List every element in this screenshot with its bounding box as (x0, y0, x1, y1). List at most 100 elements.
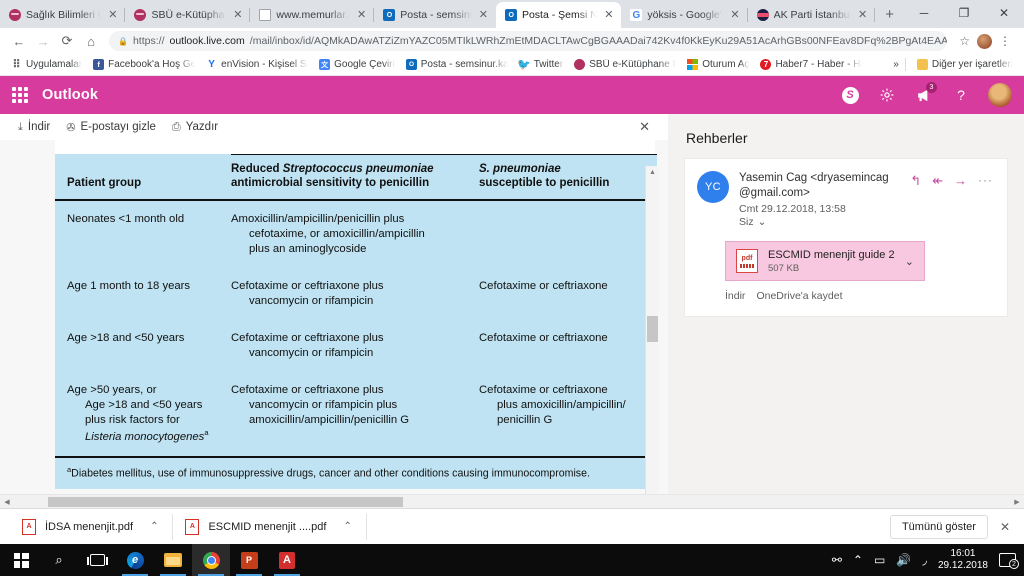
scroll-up-icon[interactable]: ▲ (646, 166, 659, 179)
forward-icon[interactable]: → (954, 174, 967, 187)
minimize-button[interactable]: ─ (904, 0, 944, 26)
windows-start-icon[interactable] (2, 544, 40, 576)
close-preview-icon[interactable]: ✕ (639, 119, 650, 135)
tab-close-icon[interactable]: ✕ (728, 9, 741, 22)
reply-all-icon[interactable]: ↞ (932, 174, 943, 187)
show-all-downloads-button[interactable]: Tümünü göster (889, 514, 988, 539)
address-bar[interactable]: 🔒 https:// outlook.live.com/mail/inbox/id… (109, 31, 948, 51)
acrobat-icon[interactable]: A (268, 544, 306, 576)
megaphone-icon[interactable]: 3 (914, 82, 937, 105)
attachment-onedrive-link[interactable]: OneDrive'a kaydet (756, 290, 842, 302)
back-button[interactable]: ← (8, 30, 30, 52)
show-hidden-icons-icon[interactable]: ⌃ (853, 553, 863, 567)
powerpoint-icon[interactable]: P (230, 544, 268, 576)
tab-close-icon[interactable]: ✕ (856, 9, 869, 22)
chevron-up-icon[interactable]: ⌃ (343, 521, 351, 532)
help-icon[interactable]: ? (951, 85, 971, 105)
close-window-button[interactable]: ✕ (984, 0, 1024, 26)
bookmark-star-icon[interactable]: ☆ (954, 34, 975, 48)
volume-icon[interactable]: 🔊 (896, 553, 911, 567)
page-horizontal-scrollbar[interactable]: ◀ ▶ (0, 494, 1024, 508)
tab-title: www.memurlar.ne (276, 9, 350, 21)
cell-reduced: Cefotaxime or ceftriaxone plus vancomyci… (231, 372, 479, 457)
hide-email-button[interactable]: ✇ E-postayı gizle (66, 121, 156, 134)
browser-tab-0[interactable]: Sağlık Bilimleri Ün ✕ (0, 2, 126, 28)
print-button[interactable]: ⎙ Yazdır (172, 121, 218, 134)
maximize-button[interactable]: ❐ (944, 0, 984, 26)
tab-close-icon[interactable]: ✕ (602, 9, 615, 22)
file-explorer-icon[interactable] (154, 544, 192, 576)
gear-icon[interactable] (877, 85, 897, 105)
bookmark-outlook[interactable]: O Posta - semsinur.kara (401, 57, 513, 72)
edge-icon[interactable]: e (116, 544, 154, 576)
outlook-brand-label[interactable]: Outlook (42, 87, 98, 103)
cell-patient-group: Neonates <1 month old (67, 212, 185, 225)
attachment-chip[interactable]: pdf ESCMID menenjit guide 2... 507 KB ⌄ (725, 241, 925, 282)
chrome-icon[interactable] (192, 544, 230, 576)
browser-tab-5[interactable]: G yöksis - Google'da ✕ (621, 2, 748, 28)
tab-close-icon[interactable]: ✕ (477, 9, 490, 22)
sbu-icon (574, 59, 586, 70)
home-button[interactable]: ⌂ (80, 30, 102, 52)
browser-tab-6[interactable]: AK Parti İstanbul A ✕ (748, 2, 876, 28)
browser-tab-4-active[interactable]: O Posta - Şemsi Nur ✕ (495, 2, 622, 28)
search-icon[interactable]: ⌕ (40, 544, 78, 576)
download-item-0[interactable]: A İDSA menenjit.pdf ⌃ (10, 513, 172, 541)
bookmark-google-translate[interactable]: 文 Google Çeviri (314, 57, 400, 72)
chevron-down-icon[interactable]: ⌄ (905, 255, 914, 268)
listeria-italic: Listeria monocytogenes (85, 430, 205, 443)
pdf-vertical-scrollbar[interactable]: ▲ ▼ (645, 166, 658, 498)
app-launcher-icon[interactable] (12, 87, 28, 103)
action-center-icon[interactable]: 2 (999, 553, 1019, 569)
browser-tab-3[interactable]: O Posta - semsinur. ✕ (374, 2, 496, 28)
pdf-scroll-thumb[interactable] (647, 316, 658, 342)
bookmark-envision[interactable]: Y enVision - Kişisel Say (201, 57, 313, 72)
bookmark-haber7[interactable]: 7 Haber7 - Haber - Ha (755, 57, 867, 72)
taskbar-clock[interactable]: 16:01 29.12.2018 (938, 548, 988, 573)
horizontal-scroll-thumb[interactable] (48, 497, 403, 507)
tab-close-icon[interactable]: ✕ (231, 9, 244, 22)
profile-avatar-icon[interactable] (977, 33, 992, 49)
user-avatar[interactable] (988, 83, 1012, 107)
reply-icon[interactable]: ↰ (910, 174, 921, 187)
attachment-preview-pane: ⤓ İndir ✇ E-postayı gizle ⎙ Yazdır ✕ Pat… (0, 114, 668, 498)
attachment-download-link[interactable]: İndir (725, 290, 745, 302)
message-recipients[interactable]: Siz ⌄ (739, 216, 900, 228)
other-bookmarks-folder[interactable]: Diğer yer işaretleri (912, 57, 1018, 72)
close-shelf-icon[interactable]: ✕ (1000, 520, 1014, 534)
kebab-menu-icon[interactable]: ⋮ (994, 34, 1016, 48)
browser-tab-2[interactable]: www.memurlar.ne ✕ (250, 2, 375, 28)
chevron-up-icon[interactable]: ⌃ (150, 521, 158, 532)
bookmark-facebook[interactable]: f Facebook'a Hoş Geld (88, 57, 200, 72)
new-tab-button[interactable]: + (875, 2, 904, 28)
more-actions-icon[interactable]: ··· (978, 174, 993, 186)
forward-button[interactable]: → (32, 30, 54, 52)
bookmark-apps[interactable]: ⠿ Uygulamalar (6, 57, 87, 72)
bookmark-microsoft-signin[interactable]: Oturum Aç (682, 57, 754, 72)
battery-icon[interactable]: ▭ (874, 553, 885, 567)
bookmark-twitter[interactable]: 🐦 Twitter (514, 57, 568, 72)
wifi-icon[interactable]: ◞ (922, 553, 927, 567)
reload-button[interactable]: ⟳ (56, 30, 78, 52)
chevron-down-icon[interactable]: ⌄ (758, 216, 767, 228)
browser-tab-1[interactable]: SBÜ e-Kütüphane ✕ (125, 2, 251, 28)
sender-line-1: Yasemin Cag <dryasemincag (739, 172, 889, 184)
task-view-icon[interactable] (78, 544, 116, 576)
scroll-left-icon[interactable]: ◀ (0, 495, 14, 509)
avatar[interactable]: YC (697, 171, 729, 203)
scroll-right-icon[interactable]: ▶ (1010, 495, 1024, 509)
tab-close-icon[interactable]: ✕ (106, 9, 119, 22)
table-row: Age >18 and <50 years Cefotaxime or ceft… (55, 320, 657, 372)
bookmarks-overflow-icon[interactable]: » (893, 59, 899, 70)
download-item-1[interactable]: A ESCMID menenjit ....pdf ⌃ (173, 513, 365, 541)
browser-tab-strip: Sağlık Bilimleri Ün ✕ SBÜ e-Kütüphane ✕ … (0, 0, 1024, 28)
tab-title: Sağlık Bilimleri Ün (26, 9, 101, 21)
attachment-meta: ESCMID menenjit guide 2... 507 KB (768, 249, 895, 274)
tab-close-icon[interactable]: ✕ (355, 9, 368, 22)
windows-taskbar: ⌕ e P A ⚯ ⌃ ▭ 🔊 ◞ 16:01 29.12.2018 2 (0, 544, 1024, 576)
people-share-icon[interactable]: ⚯ (832, 553, 842, 567)
skype-icon[interactable]: S (840, 85, 860, 105)
download-button[interactable]: ⤓ İndir (18, 121, 50, 134)
line-4: Listeria monocytogenesa (67, 428, 231, 445)
bookmark-sbu-library[interactable]: SBÜ e-Kütüphane Po (569, 57, 681, 72)
